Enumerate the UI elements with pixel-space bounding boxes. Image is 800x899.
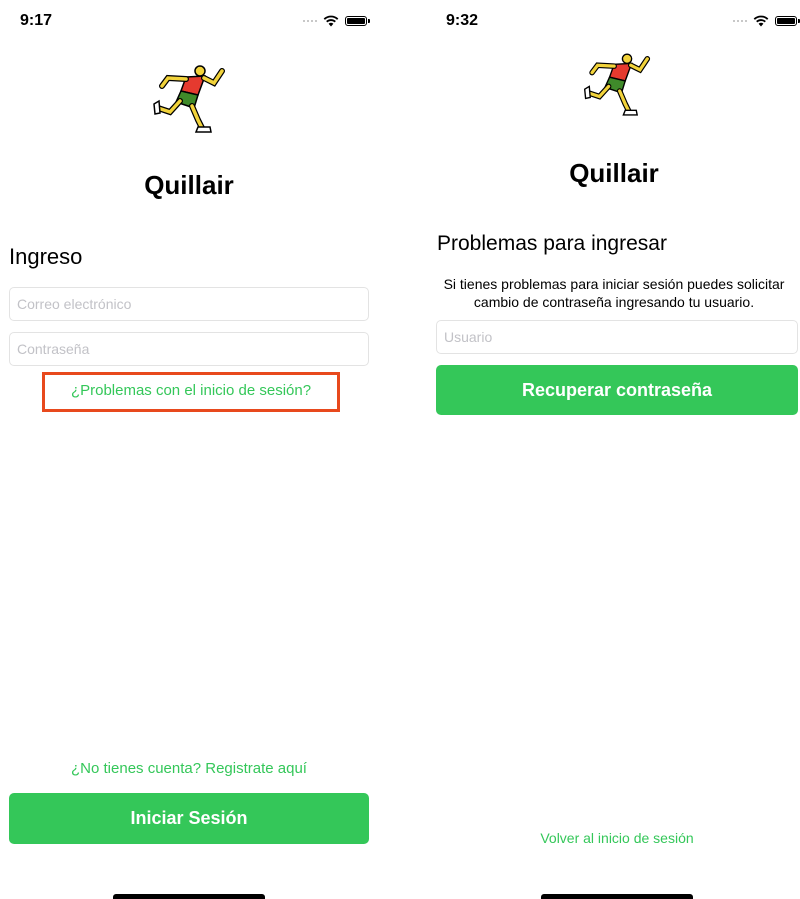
back-to-login-link[interactable]: Volver al inicio de sesión [428, 830, 800, 846]
home-indicator[interactable] [113, 894, 265, 899]
app-title: Quillair [569, 158, 659, 188]
status-icons [303, 12, 370, 30]
password-field[interactable] [9, 332, 369, 366]
recover-password-button[interactable]: Recuperar contraseña [436, 365, 798, 415]
register-link[interactable]: ¿No tienes cuenta? Registrate aquí [9, 760, 369, 777]
login-screen: 9:17 Quillair Ingreso ¿Problemas con el … [0, 0, 378, 899]
signal-icon [733, 20, 747, 22]
app-title: Quillair [144, 170, 234, 200]
login-button[interactable]: Iniciar Sesión [9, 793, 369, 844]
signal-icon [303, 20, 317, 22]
recovery-description: Si tienes problemas para iniciar sesión … [443, 276, 785, 310]
wifi-icon [753, 15, 769, 27]
battery-icon [775, 16, 800, 26]
battery-icon [345, 16, 370, 26]
wifi-icon [323, 15, 339, 27]
email-field[interactable] [9, 287, 369, 321]
status-time: 9:32 [446, 12, 479, 29]
page-title: Problemas para ingresar [437, 232, 667, 255]
home-indicator[interactable] [541, 894, 693, 899]
trouble-login-link[interactable]: ¿Problemas con el inicio de sesión? [42, 372, 340, 412]
runner-icon [153, 65, 225, 133]
username-field[interactable] [436, 320, 798, 354]
status-icons [733, 12, 800, 30]
recovery-screen: 9:32 Quillair Problemas para ingresar Si… [428, 0, 800, 899]
status-time: 9:17 [20, 12, 53, 29]
page-title: Ingreso [9, 244, 83, 269]
runner-icon [583, 53, 651, 116]
